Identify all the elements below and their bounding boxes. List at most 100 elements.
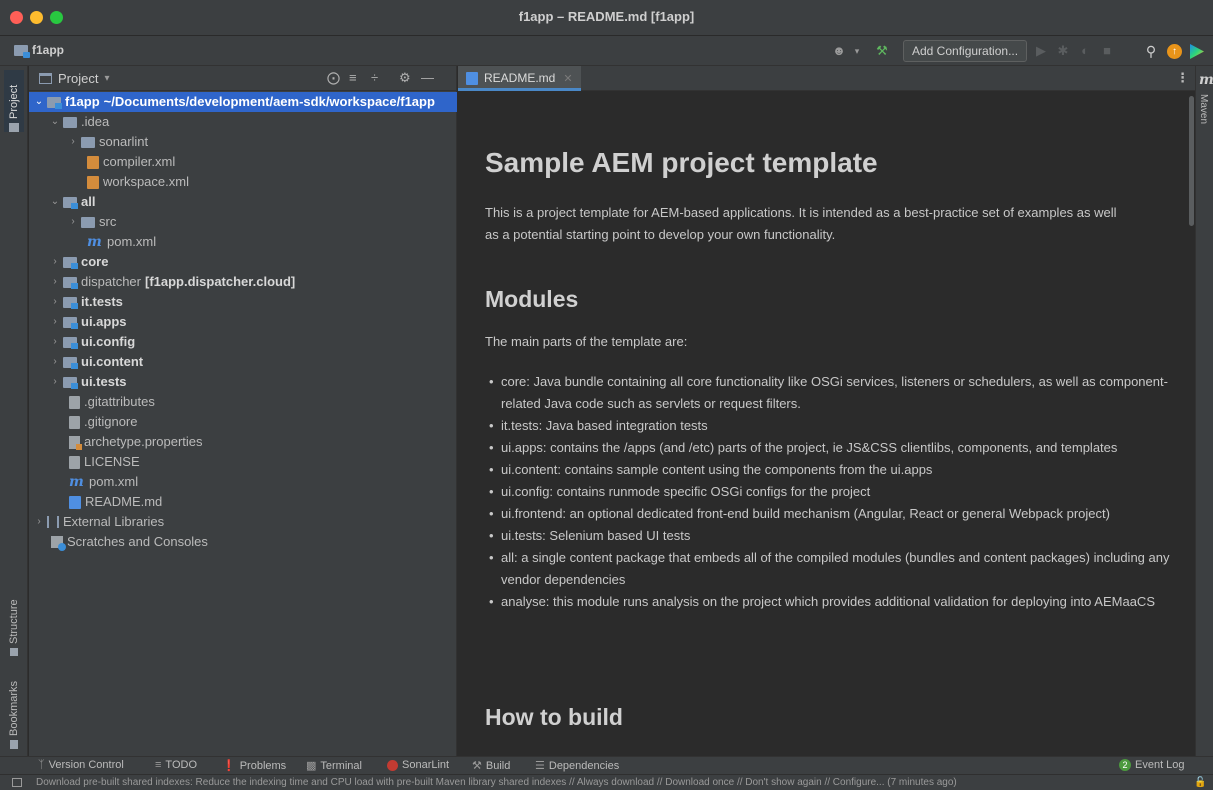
tree-node-readme[interactable]: README.md bbox=[29, 492, 457, 512]
todo-tab[interactable]: ≡ TODO bbox=[155, 759, 197, 771]
tree-node-compiler-xml[interactable]: compiler.xml bbox=[29, 152, 457, 172]
tree-node-label: sonarlint bbox=[99, 134, 149, 149]
maven-icon[interactable]: m bbox=[1199, 72, 1213, 88]
tree-node-idea[interactable]: ⌄ .idea bbox=[29, 112, 457, 132]
terminal-icon: ▩ bbox=[306, 760, 317, 772]
tree-node-core[interactable]: › core bbox=[29, 252, 457, 272]
project-panel-header: Project ▾ ⨀ ≡ ÷ ⚙ — bbox=[29, 66, 456, 91]
tree-node-all[interactable]: ⌄ all bbox=[29, 192, 457, 212]
terminal-tab[interactable]: ▩ Terminal bbox=[306, 759, 362, 773]
list-item: all: a single content package that embed… bbox=[485, 547, 1175, 591]
tree-node-all-pom[interactable]: m pom.xml bbox=[29, 232, 457, 252]
tree-node-it-tests[interactable]: › it.tests bbox=[29, 292, 457, 312]
chevron-down-icon[interactable]: ▾ bbox=[848, 42, 866, 60]
tree-node-label: all bbox=[81, 194, 96, 209]
user-icon[interactable]: ☻ bbox=[830, 42, 848, 60]
version-control-tab[interactable]: ᛉ Version Control bbox=[38, 759, 124, 771]
structure-tool-tab[interactable]: Structure bbox=[4, 586, 24, 656]
event-log-tab[interactable]: 2 Event Log bbox=[1119, 759, 1185, 771]
tree-node-label: workspace.xml bbox=[103, 174, 189, 189]
list-item: ui.content: contains sample content usin… bbox=[485, 459, 1175, 481]
intro-line-2: as a potential starting point to develop… bbox=[485, 227, 836, 242]
folder-icon bbox=[81, 136, 95, 148]
tree-node-label: pom.xml bbox=[89, 474, 139, 489]
lock-icon[interactable]: 🔓 bbox=[1194, 777, 1206, 788]
toggle-tool-windows-icon[interactable] bbox=[12, 778, 22, 787]
scratches-icon bbox=[51, 536, 66, 551]
problems-tab[interactable]: ❗ Problems bbox=[222, 759, 286, 773]
run-icon[interactable]: ▶ bbox=[1032, 42, 1050, 60]
update-icon[interactable]: ↑ bbox=[1167, 44, 1182, 59]
tree-node-archetype[interactable]: archetype.properties bbox=[29, 432, 457, 452]
status-message[interactable]: Download pre-built shared indexes: Reduc… bbox=[36, 777, 1186, 788]
navigation-toolbar: f1app ☻ ▾ ⚒ Add Configuration... ▶ ✱ ◐ ■… bbox=[0, 36, 1213, 66]
expand-all-icon[interactable]: ≡ bbox=[349, 70, 357, 85]
tree-node-workspace-xml[interactable]: workspace.xml bbox=[29, 172, 457, 192]
module-folder-icon bbox=[63, 296, 78, 309]
add-configuration-button[interactable]: Add Configuration... bbox=[903, 40, 1028, 62]
tree-node-sonarlint[interactable]: › sonarlint bbox=[29, 132, 457, 152]
list-item: it.tests: Java based integration tests bbox=[485, 415, 1175, 437]
editor-scrollbar[interactable] bbox=[1189, 96, 1194, 226]
dependencies-tab[interactable]: ☰ Dependencies bbox=[535, 759, 619, 773]
tree-node-gitattributes[interactable]: .gitattributes bbox=[29, 392, 457, 412]
sonarlint-tab[interactable]: SonarLint bbox=[387, 759, 449, 771]
project-tool-tab[interactable]: Project bbox=[4, 70, 24, 132]
tree-node-ui-apps[interactable]: › ui.apps bbox=[29, 312, 457, 332]
maven-icon: m bbox=[87, 234, 102, 250]
chevron-right-icon: › bbox=[71, 216, 75, 227]
gear-icon[interactable]: ⚙ bbox=[399, 70, 411, 86]
tree-node-src[interactable]: › src bbox=[29, 212, 457, 232]
maven-tool-tab[interactable]: Maven bbox=[1198, 94, 1209, 124]
chevron-right-icon: › bbox=[53, 356, 57, 367]
title-bar: f1app – README.md [f1app] bbox=[0, 0, 1213, 36]
tree-node-label: src bbox=[99, 214, 117, 229]
folder-icon bbox=[9, 123, 19, 132]
build-hammer-icon[interactable]: ⚒ bbox=[873, 42, 891, 60]
module-folder-icon bbox=[63, 376, 78, 389]
tree-node-dispatcher[interactable]: › dispatcher [f1app.dispatcher.cloud] bbox=[29, 272, 457, 292]
tab-readme[interactable]: README.md ✕ bbox=[458, 66, 581, 91]
chevron-right-icon: › bbox=[53, 276, 57, 287]
project-view-selector[interactable]: Project ▾ bbox=[39, 71, 110, 86]
tree-node-ui-config[interactable]: › ui.config bbox=[29, 332, 457, 352]
modules-list: core: Java bundle containing all core fu… bbox=[485, 371, 1175, 613]
hide-panel-icon[interactable]: — bbox=[421, 70, 434, 85]
modules-heading: Modules bbox=[485, 286, 579, 312]
collapse-all-icon[interactable]: ÷ bbox=[371, 70, 378, 85]
tree-node-root[interactable]: ⌄ f1app ~/Documents/development/aem-sdk/… bbox=[29, 92, 457, 112]
tabs-menu-icon[interactable]: ⋮ bbox=[1176, 70, 1189, 86]
coverage-icon[interactable]: ◐ bbox=[1076, 42, 1094, 60]
sonarlint-icon bbox=[387, 759, 398, 771]
tree-node-external-libraries[interactable]: › External Libraries bbox=[29, 512, 457, 532]
breadcrumb[interactable]: f1app bbox=[14, 43, 64, 58]
module-folder-icon bbox=[63, 256, 78, 269]
folder-icon bbox=[81, 216, 95, 228]
tree-node-label: core bbox=[81, 254, 109, 269]
stop-icon[interactable]: ■ bbox=[1098, 42, 1116, 60]
debug-icon[interactable]: ✱ bbox=[1054, 42, 1072, 60]
bookmark-icon bbox=[10, 740, 18, 749]
toolbox-icon[interactable] bbox=[1190, 44, 1204, 59]
how-to-build-heading: How to build bbox=[485, 704, 623, 730]
module-folder-icon bbox=[63, 356, 78, 369]
locate-icon[interactable]: ⨀ bbox=[327, 70, 340, 86]
markdown-file-icon bbox=[466, 72, 478, 85]
tree-node-gitignore[interactable]: .gitignore bbox=[29, 412, 457, 432]
tree-node-ui-content[interactable]: › ui.content bbox=[29, 352, 457, 372]
project-view-label: Project bbox=[58, 71, 99, 86]
left-tool-strip: Project Structure Bookmarks bbox=[0, 66, 28, 756]
bookmarks-tool-tab[interactable]: Bookmarks bbox=[4, 671, 24, 749]
chevron-down-icon: ⌄ bbox=[50, 116, 60, 127]
close-tab-icon[interactable]: ✕ bbox=[563, 73, 572, 85]
search-icon[interactable]: ⚲ bbox=[1142, 42, 1160, 60]
build-tab[interactable]: ⚒ Build bbox=[472, 759, 510, 773]
chevron-down-icon: ▾ bbox=[104, 73, 110, 84]
layers-icon: ☰ bbox=[535, 760, 545, 772]
event-log-label: Event Log bbox=[1135, 759, 1185, 771]
tree-node-root-pom[interactable]: m pom.xml bbox=[29, 472, 457, 492]
version-control-label: Version Control bbox=[48, 759, 124, 771]
tree-node-ui-tests[interactable]: › ui.tests bbox=[29, 372, 457, 392]
tree-node-scratches[interactable]: Scratches and Consoles bbox=[29, 532, 457, 552]
tree-node-license[interactable]: LICENSE bbox=[29, 452, 457, 472]
